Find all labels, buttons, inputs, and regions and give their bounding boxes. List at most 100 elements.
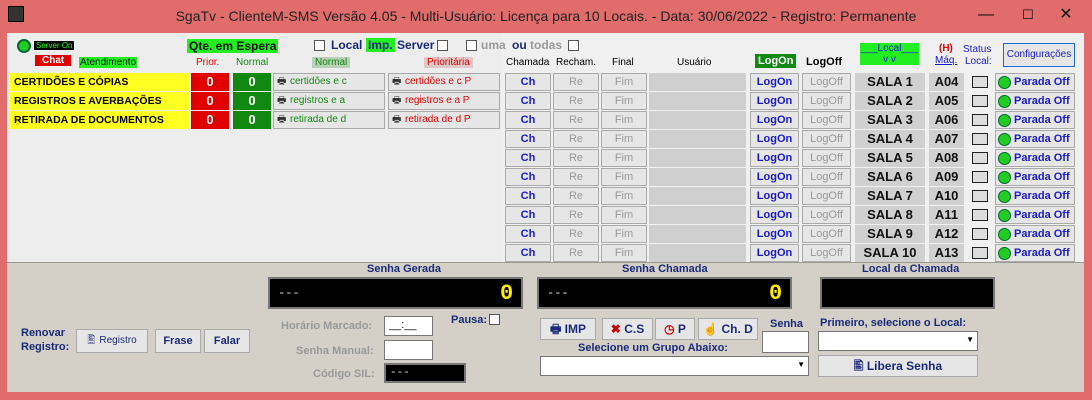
logoff-button[interactable]: LogOff [802,206,851,224]
parada-button[interactable]: Parada Off [995,187,1075,205]
logon-button[interactable]: LogOn [750,130,799,148]
maximize-button[interactable]: ☐ [1008,0,1048,30]
ch-button[interactable]: Ch [505,92,551,110]
logoff-button[interactable]: LogOff [802,168,851,186]
imp-button[interactable]: 🖶 IMP [540,318,596,340]
libera-senha-button[interactable]: 🖺 Libera Senha [818,355,978,377]
monitor-icon[interactable] [972,76,988,88]
configuracoes-button[interactable]: Configurações [1003,43,1075,67]
monitor-icon[interactable] [972,228,988,240]
fim-button[interactable]: Fim [601,92,647,110]
grupo-select[interactable]: ▼ [540,356,809,376]
normal-ticket-button[interactable]: 🖶 retirada de d [273,111,385,129]
monitor-icon[interactable] [972,133,988,145]
ch-button[interactable]: Ch [505,225,551,243]
normal-ticket-button[interactable]: 🖶 registros e a [273,92,385,110]
re-button[interactable]: Re [553,73,599,91]
parada-button[interactable]: Parada Off [995,73,1075,91]
todas-checkbox[interactable] [568,40,579,51]
parada-button[interactable]: Parada Off [995,149,1075,167]
parada-button[interactable]: Parada Off [995,168,1075,186]
re-button[interactable]: Re [553,111,599,129]
close-button[interactable]: ✕ [1046,0,1086,30]
logon-button[interactable]: LogOn [750,168,799,186]
re-button[interactable]: Re [553,244,599,262]
logoff-button[interactable]: LogOff [802,244,851,262]
re-button[interactable]: Re [553,130,599,148]
p-button[interactable]: ◷ P [655,318,695,340]
ch-button[interactable]: Ch [505,244,551,262]
re-button[interactable]: Re [553,187,599,205]
fim-button[interactable]: Fim [601,149,647,167]
logoff-button[interactable]: LogOff [802,225,851,243]
local-checkbox[interactable] [314,40,325,51]
re-button[interactable]: Re [553,225,599,243]
monitor-icon[interactable] [972,152,988,164]
pausa-checkbox[interactable] [489,314,500,325]
server-checkbox[interactable] [437,40,448,51]
senha-manual-input[interactable] [384,340,433,360]
logon-button[interactable]: LogOn [750,187,799,205]
logoff-button[interactable]: LogOff [802,187,851,205]
re-button[interactable]: Re [553,168,599,186]
frase-button[interactable]: Frase [155,329,201,353]
priority-ticket-button[interactable]: 🖶 registros e a P [388,92,500,110]
falar-button[interactable]: Falar [204,329,250,353]
senha-input[interactable] [762,331,809,353]
fim-button[interactable]: Fim [601,130,647,148]
logon-button[interactable]: LogOn [750,149,799,167]
re-button[interactable]: Re [553,206,599,224]
uma-checkbox[interactable] [466,40,477,51]
ch-button[interactable]: Ch [505,111,551,129]
fim-button[interactable]: Fim [601,244,647,262]
monitor-icon[interactable] [972,247,988,259]
logon-button[interactable]: LogOn [750,206,799,224]
parada-button[interactable]: Parada Off [995,92,1075,110]
ch-button[interactable]: Ch [505,187,551,205]
parada-button[interactable]: Parada Off [995,111,1075,129]
fim-button[interactable]: Fim [601,168,647,186]
logoff-button[interactable]: LogOff [802,130,851,148]
fim-button[interactable]: Fim [601,206,647,224]
priority-ticket-button[interactable]: 🖶 certidões e c P [388,73,500,91]
registro-button[interactable]: 🖺 Registro [76,329,148,353]
logon-button[interactable]: LogOn [750,73,799,91]
monitor-icon[interactable] [972,114,988,126]
logon-button[interactable]: LogOn [750,225,799,243]
priority-ticket-button[interactable]: 🖶 retirada de d P [388,111,500,129]
ch-button[interactable]: Ch [505,73,551,91]
parada-button[interactable]: Parada Off [995,206,1075,224]
monitor-icon[interactable] [972,209,988,221]
chd-button[interactable]: ☝ Ch. D [698,318,758,340]
monitor-icon[interactable] [972,95,988,107]
re-button[interactable]: Re [553,92,599,110]
logoff-button[interactable]: LogOff [802,111,851,129]
logon-button[interactable]: LogOn [750,244,799,262]
logon-button[interactable]: LogOn [750,92,799,110]
ch-button[interactable]: Ch [505,206,551,224]
local-select[interactable]: ▼ [818,331,978,351]
logoff-button[interactable]: LogOff [802,73,851,91]
fim-button[interactable]: Fim [601,187,647,205]
cs-button[interactable]: ✖ C.S [602,318,653,340]
normal-ticket-button[interactable]: 🖶 certidões e c [273,73,385,91]
fim-button[interactable]: Fim [601,111,647,129]
parada-button[interactable]: Parada Off [995,225,1075,243]
re-button[interactable]: Re [553,149,599,167]
parada-button[interactable]: Parada Off [995,244,1075,262]
monitor-icon[interactable] [972,171,988,183]
logoff-button[interactable]: LogOff [802,92,851,110]
ch-button[interactable]: Ch [505,130,551,148]
fim-button[interactable]: Fim [601,73,647,91]
logoff-button[interactable]: LogOff [802,149,851,167]
logon-button[interactable]: LogOn [750,111,799,129]
minimize-button[interactable]: — [966,0,1006,30]
parada-button[interactable]: Parada Off [995,130,1075,148]
status-dot-icon [998,189,1011,203]
ch-button[interactable]: Ch [505,149,551,167]
monitor-icon[interactable] [972,190,988,202]
fim-button[interactable]: Fim [601,225,647,243]
horario-input[interactable]: __:__ [384,316,433,336]
ch-button[interactable]: Ch [505,168,551,186]
chat-button[interactable]: Chat [35,55,72,66]
